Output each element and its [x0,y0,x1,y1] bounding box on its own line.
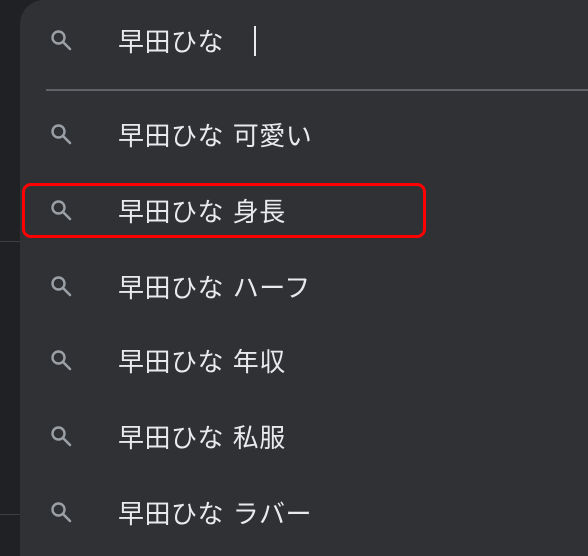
search-icon [48,197,74,223]
suggestion-item[interactable]: 早田ひな 年収 [20,334,588,386]
suggestion-item[interactable]: 早田ひな 身長 [20,184,588,236]
search-autocomplete-dropdown: 早田ひな 早田ひな 可愛い 早田ひな 身長 早田ひな ハーフ 早田ひな 年収 早… [20,0,588,556]
suggestion-item[interactable]: 早田ひな ハーフ [20,260,588,312]
background-divider [0,514,20,515]
search-query-text: 早田ひな [118,27,225,58]
suggestion-text: 早田ひな 年収 [118,347,286,378]
suggestion-text: 早田ひな 可愛い [118,121,313,152]
suggestion-item[interactable]: 早田ひな 私服 [20,410,588,462]
page: 早田ひな 早田ひな 可愛い 早田ひな 身長 早田ひな ハーフ 早田ひな 年収 早… [0,0,588,556]
search-icon [48,273,74,299]
search-icon [48,121,74,147]
suggestion-item[interactable]: 早田ひな ラバー [20,486,588,538]
search-icon [48,499,74,525]
search-icon [48,347,74,373]
suggestion-text: 早田ひな ラバー [118,499,313,530]
search-divider [46,89,588,91]
suggestion-item[interactable]: 早田ひな 可愛い [20,108,588,160]
search-icon [48,27,74,53]
search-icon [48,423,74,449]
suggestion-text: 早田ひな ハーフ [118,273,311,304]
suggestion-text: 早田ひな 身長 [118,197,286,228]
search-input[interactable]: 早田ひな [20,14,588,66]
suggestion-text: 早田ひな 私服 [118,423,286,454]
background-divider [0,241,20,242]
text-cursor [254,26,257,56]
